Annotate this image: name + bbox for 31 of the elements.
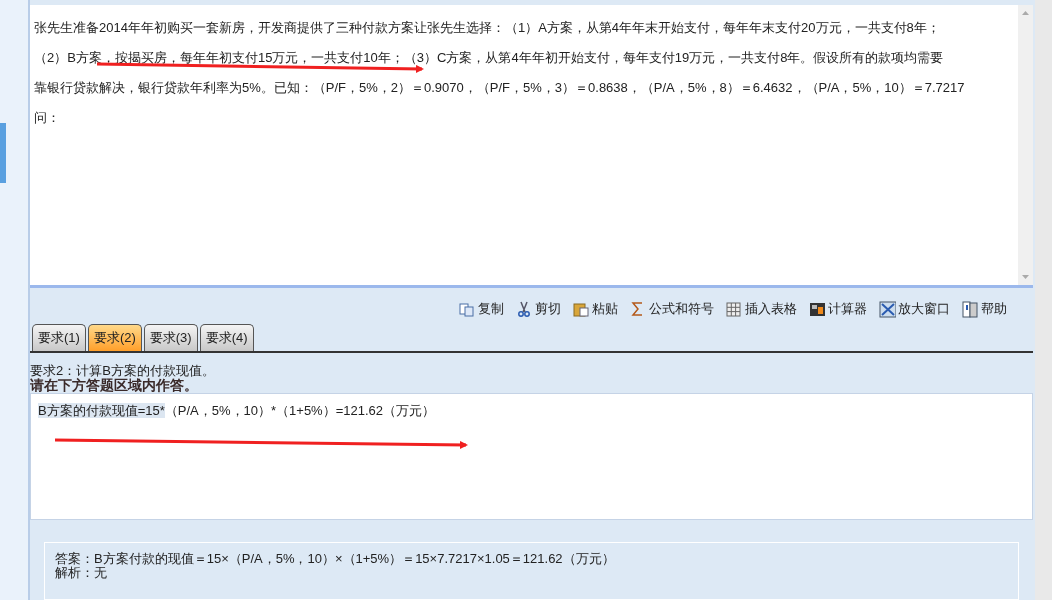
maximize-icon — [879, 300, 896, 318]
toolbar-button[interactable]: 插入表格 — [726, 293, 797, 325]
requirement-text: 要求2：计算B方案的付款现值。 — [30, 362, 216, 378]
copy-icon — [459, 300, 476, 318]
table-icon — [726, 300, 743, 318]
toolbar-button[interactable]: 复制 — [459, 293, 504, 325]
toolbar-button[interactable]: 粘贴 — [573, 293, 618, 325]
book-icon — [962, 300, 979, 318]
answer-text: 答案：B方案付款的现值＝15×（P/A，5%，10）×（1+5%）＝15×7.7217×1.05＝121.62（万元） — [55, 550, 616, 566]
toolbar-button[interactable]: 计算器 — [809, 293, 867, 325]
requirement-tab[interactable]: 要求(4) — [199, 324, 254, 351]
question-text-line: （2）B方案，按揭买房，每年年初支付15万元，一共支付10年；（3）C方案，从第4年年初开始支付，每年支付19万元，一共支付8年。假设所有的款项均需要 — [34, 50, 944, 66]
scrollbar[interactable] — [1018, 5, 1033, 285]
toolbar-button[interactable]: 公式和符号 — [630, 293, 714, 325]
toolbar-button[interactable]: 放大窗口 — [879, 293, 950, 325]
scissors-icon — [516, 300, 533, 318]
question-prompt: 问： — [34, 110, 60, 126]
requirement-tab[interactable]: 要求(1) — [32, 324, 86, 351]
requirement-tab[interactable]: 要求(3) — [143, 324, 198, 351]
question-text-line: 靠银行贷款解决，银行贷款年利率为5%。已知：（P/F，5%，2）＝0.9070，（P/F，5%，3）＝0.8638，（P/A，5%，8）＝6.4632，（P/A，5%，10）＝7.7217 — [34, 80, 965, 96]
clipboard-icon — [573, 300, 590, 318]
toolbar-button[interactable]: 剪切 — [516, 293, 561, 325]
toolbar-button[interactable]: 帮助 — [962, 293, 1007, 325]
panel-handle[interactable] — [0, 123, 6, 183]
answer-value: B方案的付款现值=15*（P/A，5%，10）*（1+5%）=121.62（万元） — [38, 402, 436, 418]
question-text-line: 张先生准备2014年年初购买一套新房，开发商提供了三种付款方案让张先生选择：（1）A方案，从第4年年末开始支付，每年年末支付20万元，一共支付8年； — [34, 20, 940, 36]
calculator-icon — [809, 300, 826, 318]
analysis-text: 解析：无 — [55, 565, 107, 579]
instruction-text: 请在下方答题区域内作答。 — [30, 377, 198, 393]
answer-field[interactable]: B方案的付款现值=15*（P/A，5%，10）*（1+5%）=121.62（万元） — [30, 392, 1033, 520]
requirement-tab[interactable]: 要求(2) — [87, 324, 142, 351]
